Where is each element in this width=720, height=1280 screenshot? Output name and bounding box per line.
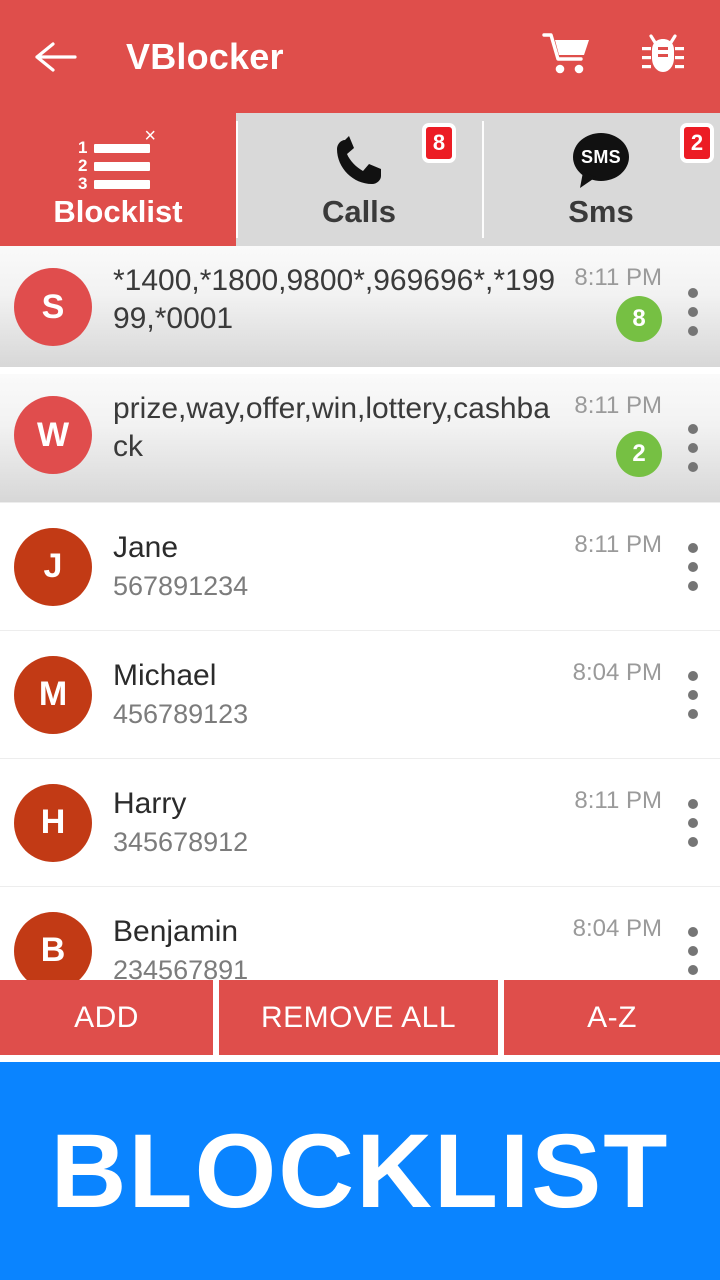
avatar: H [14,783,92,862]
tab-divider-right [482,121,484,238]
app-root: VBlocker × 1 2 3 Blocklist Calls 8 SMS S… [0,0,720,1280]
list-item-meta: 8:11 PM 8 [550,246,720,367]
phone-icon [331,132,387,190]
list-item-time: 8:11 PM [574,531,662,558]
bug-icon [641,31,685,82]
blocklist-bar-2 [94,161,150,171]
overflow-menu-icon[interactable] [688,670,698,719]
list-item-time: 8:11 PM [574,392,662,419]
tab-badge-sms: 2 [680,123,714,163]
arrow-left-icon [35,41,77,73]
page-title: VBlocker [126,35,284,77]
list-item[interactable]: S *1400,*1800,9800*,969696*,*19999,*0001… [0,246,720,367]
blocklist-bar-3 [94,179,150,189]
tab-label-blocklist: Blocklist [53,194,183,229]
list-item[interactable]: M Michael 456789123 8:04 PM [0,630,720,758]
list-item[interactable]: H Harry 345678912 8:11 PM [0,758,720,886]
back-button[interactable] [28,29,84,85]
tab-label-sms: Sms [568,194,634,229]
overflow-menu-icon[interactable] [688,288,698,336]
tab-bar: × 1 2 3 Blocklist Calls 8 SMS Sms 2 [0,113,720,246]
blocklist-num-2: 2 [78,156,88,175]
numbered-list-block-icon: × 1 2 3 [76,126,160,193]
overflow-menu-icon[interactable] [688,798,698,847]
overflow-menu-icon[interactable] [688,926,698,975]
blocklist-num-1: 1 [78,138,88,157]
avatar: W [14,396,92,474]
status-badge: 2 [616,431,662,477]
sms-icon-label: SMS [581,146,621,167]
list-item-meta: 8:11 PM [550,503,720,630]
remove-all-button[interactable]: REMOVE ALL [219,980,498,1055]
tab-blocklist[interactable]: × 1 2 3 Blocklist [0,113,236,246]
avatar: J [14,527,92,606]
app-bar: VBlocker [0,0,720,113]
list-item-meta: 8:11 PM [550,759,720,886]
avatar: B [14,911,92,990]
cart-button[interactable] [538,28,596,86]
list-divider [0,367,720,374]
status-badge: 8 [616,296,662,342]
list-item-keywords: *1400,*1800,9800*,969696*,*19999,*0001 [113,264,556,335]
list-item-time: 8:11 PM [574,264,662,291]
avatar: S [14,268,92,346]
action-bar: ADD REMOVE ALL A-Z [0,980,720,1055]
avatar: M [14,655,92,734]
list-item-time: 8:04 PM [572,659,662,686]
add-button[interactable]: ADD [0,980,213,1055]
list-item[interactable]: J Jane 567891234 8:11 PM [0,502,720,630]
overflow-menu-icon[interactable] [688,542,698,591]
blocklist-num-3: 3 [78,174,88,193]
tab-divider-left [236,121,238,238]
banner-label: BLOCKLIST [50,1112,670,1230]
list-item-meta: 8:04 PM [550,631,720,758]
sms-bubble-icon: SMS [569,132,633,190]
sort-az-button[interactable]: A-Z [504,980,720,1055]
list-item[interactable]: W prize,way,offer,win,lottery,cashback 8… [0,374,720,502]
tab-badge-calls: 8 [422,123,456,163]
blocklist-list[interactable]: S *1400,*1800,9800*,969696*,*19999,*0001… [0,246,720,1014]
blocklist-bar-1 [94,143,150,153]
blocklist-banner: BLOCKLIST [0,1062,720,1280]
debug-button[interactable] [634,28,692,86]
overflow-menu-icon[interactable] [688,424,698,472]
list-item-keywords: prize,way,offer,win,lottery,cashback [113,392,550,463]
tab-sms[interactable]: SMS Sms 2 [482,113,720,246]
list-item-time: 8:11 PM [574,787,662,814]
shopping-cart-icon [542,31,592,82]
tab-label-calls: Calls [321,194,397,229]
tab-calls[interactable]: Calls 8 [236,113,482,246]
list-item-meta: 8:11 PM 2 [550,374,720,502]
list-item-time: 8:04 PM [572,915,662,942]
